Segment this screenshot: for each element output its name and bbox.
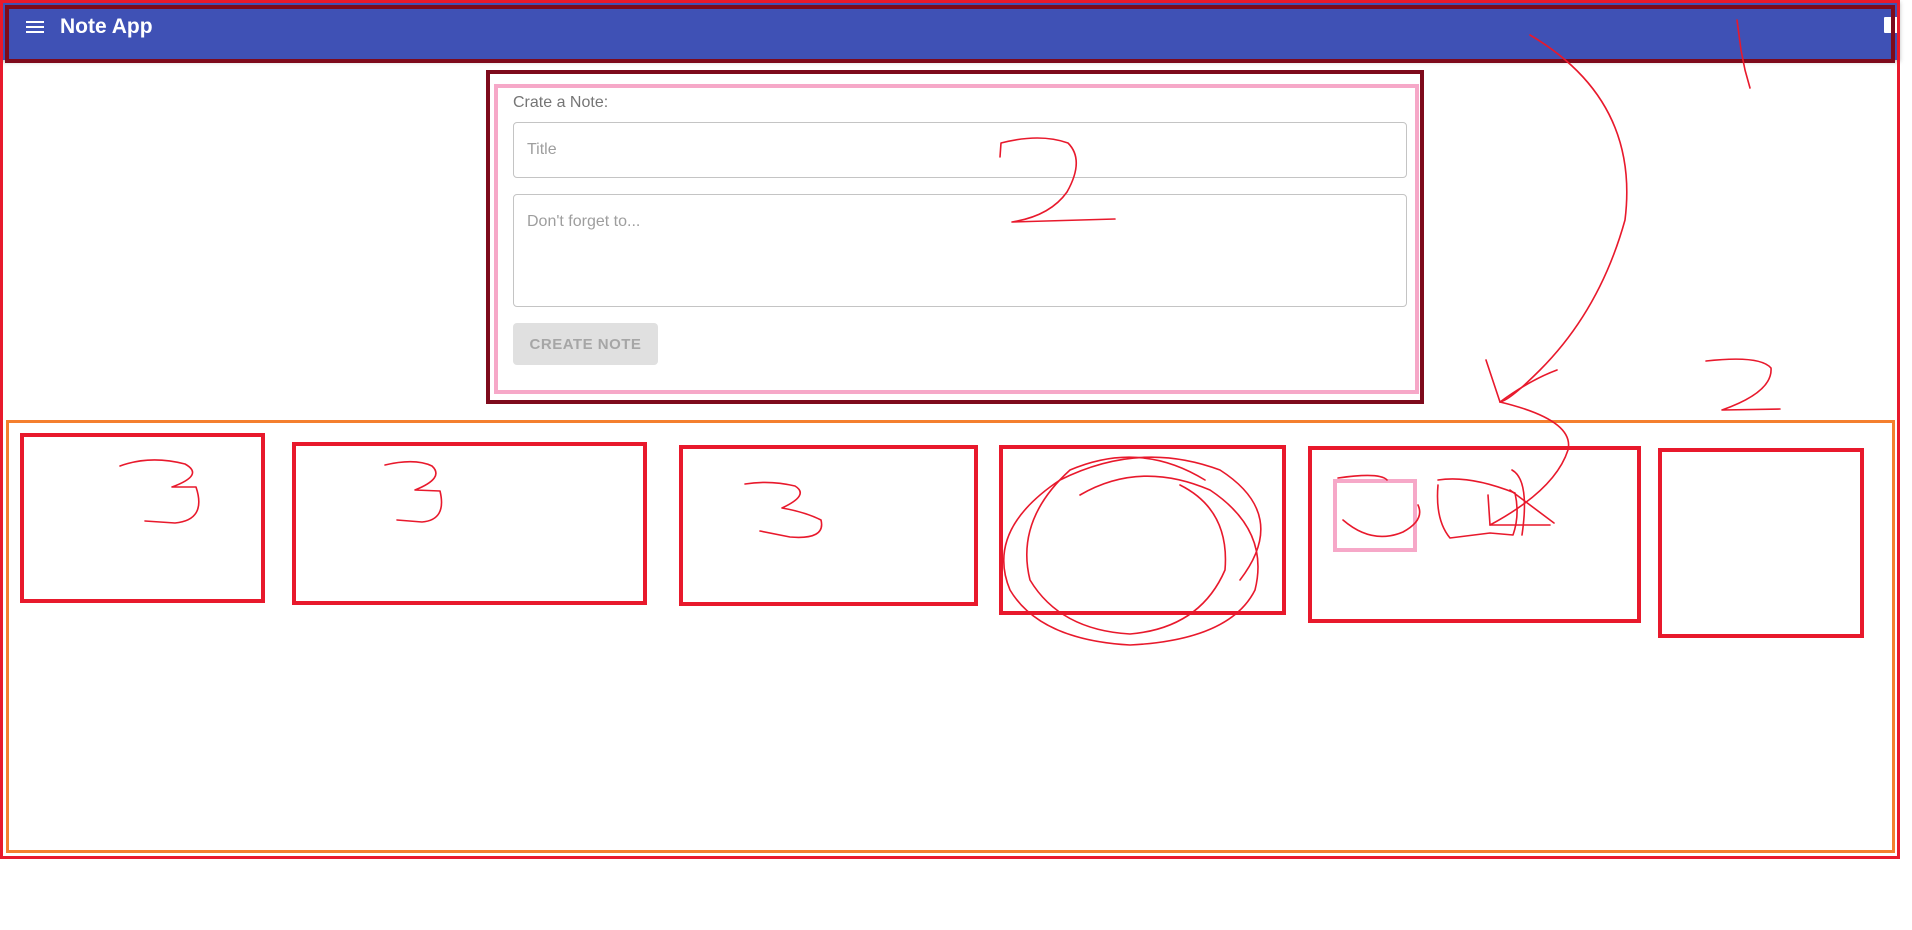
note-card[interactable] — [292, 442, 647, 605]
app-title: Note App — [60, 15, 153, 38]
note-card[interactable] — [1658, 448, 1864, 638]
title-input[interactable] — [513, 122, 1407, 178]
square-icon[interactable] — [1884, 17, 1900, 33]
note-card[interactable] — [999, 445, 1286, 615]
create-note-label: Crate a Note: — [513, 94, 609, 111]
note-card[interactable] — [679, 445, 978, 606]
note-card[interactable] — [1308, 446, 1641, 623]
create-note-button[interactable]: CREATE NOTE — [513, 323, 658, 365]
hamburger-menu-icon[interactable] — [24, 16, 46, 38]
note-card[interactable] — [20, 433, 265, 603]
app-bar: Note App — [0, 0, 1900, 60]
annotation-two — [1705, 358, 1781, 411]
annotation-arrow — [1499, 369, 1558, 403]
annotation-arrow — [1485, 34, 1628, 403]
note-body-input[interactable] — [513, 194, 1407, 307]
